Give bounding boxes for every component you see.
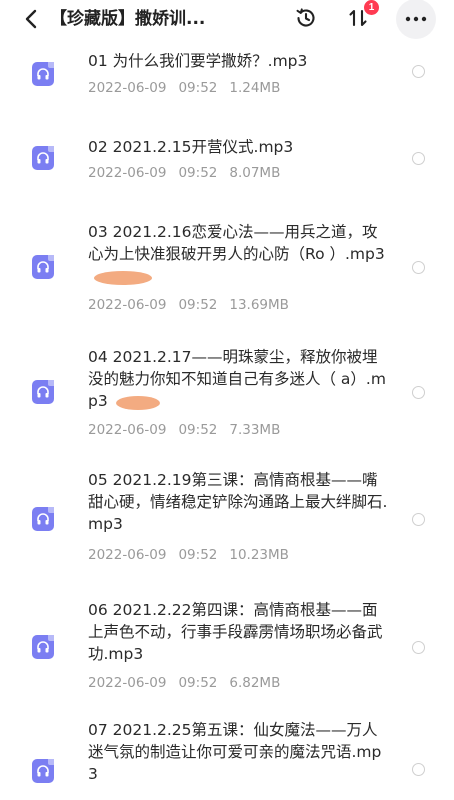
back-button[interactable] [18,4,44,34]
file-title: 06 2021.2.22第四课：高情商根基——面上声色不动，行事手段霹雳情场职场… [88,601,383,663]
file-size: 8.07MB [229,165,281,181]
audio-file-icon [32,146,54,170]
audio-file-icon [32,507,54,531]
history-button[interactable] [288,0,324,36]
list-item[interactable]: 01 为什么我们要学撒娇？.mp3 2022-06-09 09:52 1.24MB [0,40,454,110]
file-time: 09:52 [178,297,218,313]
list-item[interactable]: 02 2021.2.15开营仪式.mp3 2022-06-09 09:52 8.07… [0,128,454,198]
file-title: 01 为什么我们要学撒娇？.mp3 [88,52,308,70]
select-radio[interactable] [412,513,425,526]
list-item[interactable]: 05 2021.2.19第三课：高情商根基——嘴甜心硬，情绪稳定铲除沟通路上最大… [0,465,454,575]
notification-badge: 1 [364,0,379,15]
file-title: 02 2021.2.15开营仪式.mp3 [88,138,294,156]
file-title: 03 2021.2.16恋爱心法——用兵之道，攻心为上快准狠破开男人的心防（Ro… [88,223,385,263]
file-meta: 2022-06-09 09:52 13.69MB [88,297,289,313]
file-list: 01 为什么我们要学撒娇？.mp3 2022-06-09 09:52 1.24MB … [0,0,454,800]
select-radio[interactable] [412,763,425,776]
history-clock-icon [296,8,315,27]
file-time: 09:52 [178,675,218,691]
page-title: 【珍藏版】撒娇训... [50,9,206,29]
file-size: 13.69MB [229,297,289,313]
file-date: 2022-06-09 [88,547,167,563]
file-meta: 2022-06-09 09:52 6.82MB [88,675,280,691]
file-time: 09:52 [178,422,218,438]
audio-file-icon [32,635,54,659]
file-meta: 2022-06-09 09:52 7.33MB [88,422,280,438]
file-meta: 2022-06-09 09:52 1.24MB [88,80,280,96]
select-radio[interactable] [412,386,425,399]
sort-button[interactable]: 1 [340,0,379,36]
list-item[interactable]: 03 2021.2.16恋爱心法——用兵之道，攻心为上快准狠破开男人的心防（Ro… [0,213,454,323]
file-time: 09:52 [178,547,218,563]
file-title: 07 2021.2.25第五课：仙女魔法——万人迷气氛的制造让你可爱可亲的魔法咒… [88,721,382,783]
file-size: 6.82MB [229,675,281,691]
select-radio[interactable] [412,65,425,78]
file-date: 2022-06-09 [88,422,167,438]
top-bar: 【珍藏版】撒娇训... 1 [0,0,454,39]
redaction-smudge [94,271,152,285]
file-size: 7.33MB [229,422,281,438]
file-time: 09:52 [178,80,218,96]
select-radio[interactable] [412,152,425,165]
list-item[interactable]: 04 2021.2.17——明珠蒙尘，释放你被埋没的魅力你知不知道自己有多迷人（… [0,340,454,450]
audio-file-icon [32,255,54,279]
list-item[interactable]: 07 2021.2.25第五课：仙女魔法——万人迷气氛的制造让你可爱可亲的魔法咒… [0,715,454,800]
file-size: 10.23MB [229,547,289,563]
select-radio[interactable] [412,641,425,654]
list-item[interactable]: 06 2021.2.22第四课：高情商根基——面上声色不动，行事手段霹雳情场职场… [0,595,454,705]
file-date: 2022-06-09 [88,297,167,313]
select-radio[interactable] [412,261,425,274]
file-date: 2022-06-09 [88,675,167,691]
audio-file-icon [32,380,54,404]
more-button[interactable] [396,0,436,39]
file-size: 1.24MB [229,80,281,96]
file-date: 2022-06-09 [88,165,167,181]
redaction-smudge [116,396,160,410]
file-time: 09:52 [178,165,218,181]
audio-file-icon [32,62,54,86]
audio-file-icon [32,759,54,783]
file-meta: 2022-06-09 09:52 8.07MB [88,165,280,181]
file-title: 05 2021.2.19第三课：高情商根基——嘴甜心硬，情绪稳定铲除沟通路上最大… [88,471,388,533]
file-meta: 2022-06-09 09:52 10.23MB [88,547,289,563]
back-chevron-icon [25,9,37,29]
file-date: 2022-06-09 [88,80,167,96]
more-dots-icon [405,16,427,22]
